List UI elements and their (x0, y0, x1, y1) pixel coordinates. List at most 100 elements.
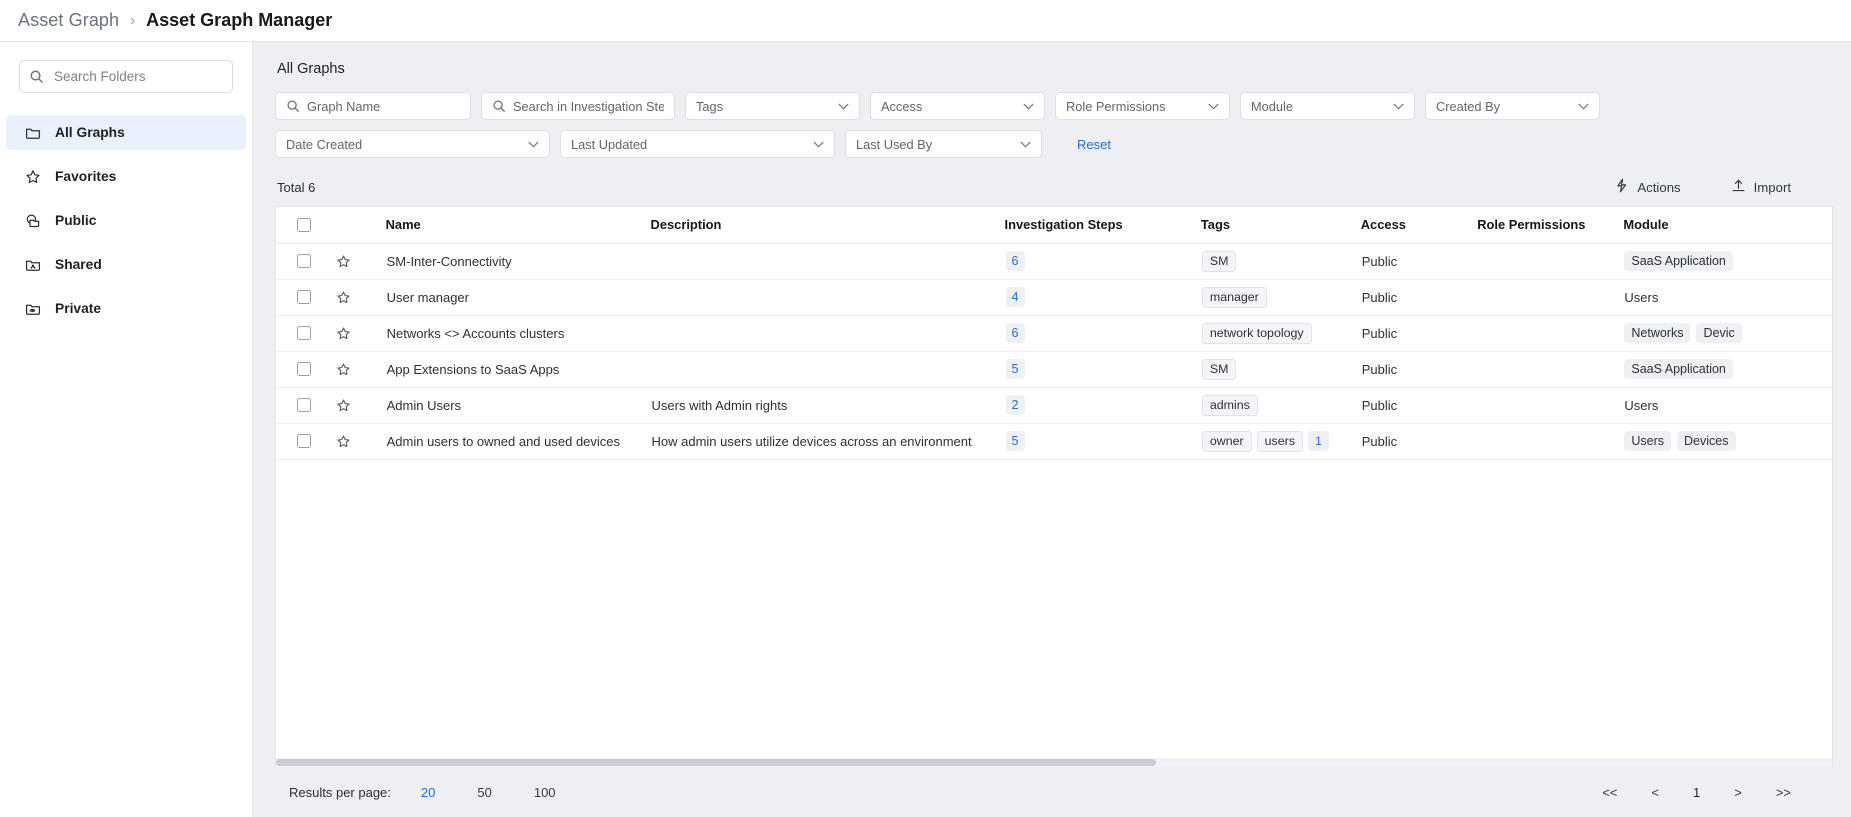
search-folders-input[interactable] (52, 68, 223, 85)
actions-button[interactable]: Actions (1615, 178, 1681, 196)
row-name[interactable]: Admin users to owned and used devices (385, 423, 651, 460)
search-folders-field[interactable] (19, 60, 233, 93)
row-module: Users Devices (1623, 423, 1832, 460)
column-header-name[interactable]: Name (385, 207, 651, 244)
sidebar-item-public[interactable]: Public (6, 203, 246, 238)
row-checkbox[interactable] (297, 326, 311, 340)
filter-access[interactable]: Access (870, 92, 1045, 120)
column-header-module[interactable]: Module (1623, 207, 1832, 244)
favorite-star-icon[interactable] (336, 254, 384, 269)
sidebar-item-label: Public (55, 213, 97, 228)
favorite-star-icon[interactable] (336, 326, 384, 341)
import-button[interactable]: Import (1731, 178, 1791, 196)
graphs-table-container: Name Description Investigation Steps Tag… (275, 206, 1833, 767)
row-checkbox[interactable] (297, 398, 311, 412)
row-checkbox[interactable] (297, 434, 311, 448)
tag-chip[interactable]: SM (1201, 250, 1237, 272)
sidebar-item-private[interactable]: Private (6, 291, 246, 326)
filter-module[interactable]: Module (1240, 92, 1415, 120)
upload-icon (1731, 178, 1746, 196)
tag-chip[interactable]: users (1256, 430, 1303, 452)
column-header-description[interactable]: Description (650, 207, 1005, 244)
star-icon (25, 169, 47, 185)
filters-row-1: Graph Name Search in Investigation Steps… (275, 92, 1833, 120)
prev-page-button[interactable]: < (1651, 785, 1659, 800)
chevron-down-icon (828, 103, 849, 110)
first-page-button[interactable]: << (1602, 785, 1617, 800)
current-page-number[interactable]: 1 (1693, 785, 1700, 800)
filter-role-permissions[interactable]: Role Permissions (1055, 92, 1230, 120)
investigation-steps-badge[interactable]: 2 (1005, 395, 1025, 415)
tag-chip[interactable]: owner (1201, 430, 1252, 452)
table-row[interactable]: Networks <> Accounts clusters 6 network to… (276, 315, 1832, 352)
table-row[interactable]: User manager 4 manager Public Users (276, 279, 1832, 316)
sidebar-item-favorites[interactable]: Favorites (6, 159, 246, 194)
tag-chip[interactable]: network topology (1201, 322, 1312, 344)
table-row[interactable]: Admin users to owned and used devices How… (276, 423, 1832, 460)
tag-chip[interactable]: SM (1201, 358, 1237, 380)
row-name[interactable]: Networks <> Accounts clusters (385, 315, 651, 352)
favorite-star-icon[interactable] (336, 290, 384, 305)
table-row[interactable]: SM-Inter-Connectivity 6 SM Public SaaS Appli… (276, 243, 1832, 280)
investigation-steps-badge[interactable]: 5 (1005, 431, 1025, 451)
column-header-investigation-steps[interactable]: Investigation Steps (1004, 207, 1201, 244)
filter-investigation-steps-search[interactable]: Search in Investigation Steps (481, 92, 675, 120)
table-row[interactable]: Admin Users Users with Admin rights 2 admin… (276, 387, 1832, 424)
column-header-role-permissions[interactable]: Role Permissions (1477, 207, 1624, 244)
row-select-cell (276, 387, 336, 424)
tag-chip[interactable]: admins (1201, 394, 1258, 416)
filter-graph-name[interactable]: Graph Name (275, 92, 471, 120)
module-chip: SaaS Application (1624, 359, 1733, 379)
breadcrumb-parent[interactable]: Asset Graph (18, 10, 119, 31)
filter-created-by-label: Created By (1436, 98, 1501, 114)
row-name[interactable]: User manager (385, 279, 651, 316)
next-page-button[interactable]: > (1734, 785, 1742, 800)
investigation-steps-badge[interactable]: 4 (1005, 287, 1025, 307)
module-chip: Networks (1624, 323, 1691, 343)
investigation-steps-badge[interactable]: 6 (1005, 251, 1025, 271)
filter-date-created[interactable]: Date Created (275, 130, 550, 158)
search-icon (29, 69, 44, 84)
sidebar-item-label: All Graphs (55, 125, 125, 140)
favorite-star-icon[interactable] (336, 362, 384, 377)
sidebar-item-all-graphs[interactable]: All Graphs (6, 115, 246, 150)
horizontal-scrollbar[interactable] (276, 758, 1832, 767)
select-all-checkbox[interactable] (297, 217, 311, 232)
row-name[interactable]: Admin Users (385, 387, 651, 424)
page-body: All Graphs Favorites Public (0, 42, 1851, 817)
results-per-page-20[interactable]: 20 (421, 785, 435, 800)
column-header-access[interactable]: Access (1360, 207, 1478, 244)
filter-tags-label: Tags (696, 98, 724, 114)
horizontal-scrollbar-thumb[interactable] (276, 759, 1156, 766)
filter-created-by[interactable]: Created By (1425, 92, 1600, 120)
table-header-row: Name Description Investigation Steps Tag… (276, 207, 1832, 244)
column-header-tags[interactable]: Tags (1200, 207, 1361, 244)
row-name[interactable]: SM-Inter-Connectivity (385, 243, 651, 280)
table-row[interactable]: App Extensions to SaaS Apps 5 SM Public SaaS… (276, 351, 1832, 388)
breadcrumb: Asset Graph › Asset Graph Manager (0, 0, 1851, 42)
filter-last-updated[interactable]: Last Updated (560, 130, 835, 158)
tag-chip[interactable]: manager (1201, 286, 1267, 308)
sidebar-item-shared[interactable]: Shared (6, 247, 246, 282)
row-favorite-cell (335, 423, 386, 460)
favorite-star-icon[interactable] (336, 398, 384, 413)
results-per-page-50[interactable]: 50 (477, 785, 491, 800)
filter-last-used-by[interactable]: Last Used By (845, 130, 1042, 158)
filter-last-updated-label: Last Updated (571, 136, 648, 152)
breadcrumb-separator-icon: › (130, 12, 136, 29)
row-name[interactable]: App Extensions to SaaS Apps (385, 351, 651, 388)
main-content: All Graphs Graph Name Search in Investig… (253, 42, 1851, 817)
row-checkbox[interactable] (297, 290, 311, 304)
favorite-star-icon[interactable] (336, 434, 384, 449)
investigation-steps-badge[interactable]: 5 (1005, 359, 1025, 379)
investigation-steps-badge[interactable]: 6 (1005, 323, 1025, 343)
module-chip: SaaS Application (1624, 251, 1733, 271)
results-per-page-100[interactable]: 100 (534, 785, 556, 800)
row-investigation-steps: 4 (1004, 279, 1201, 316)
reset-filters-link[interactable]: Reset (1077, 130, 1111, 158)
row-checkbox[interactable] (297, 254, 311, 268)
row-checkbox[interactable] (297, 362, 311, 376)
filter-tags[interactable]: Tags (685, 92, 860, 120)
last-page-button[interactable]: >> (1776, 785, 1791, 800)
tags-more-badge[interactable]: 1 (1307, 431, 1329, 451)
